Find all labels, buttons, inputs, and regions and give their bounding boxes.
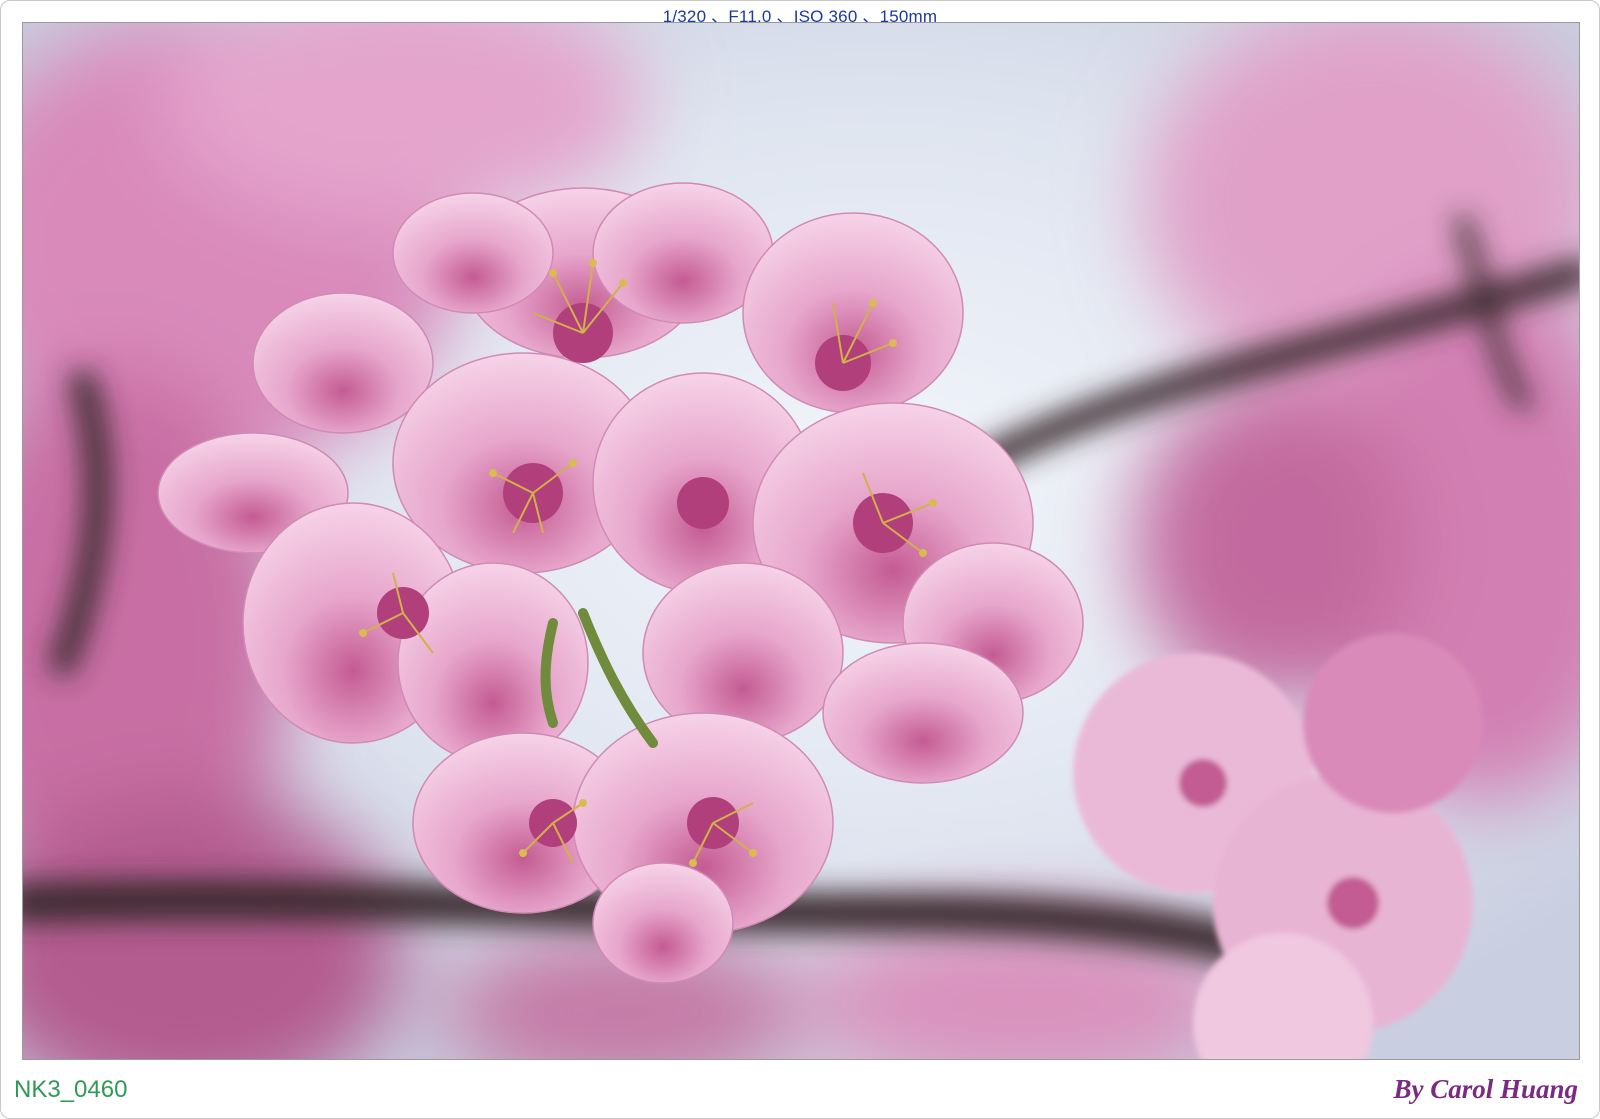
photographer-credit: By Carol Huang (1393, 1074, 1578, 1104)
filename-label: NK3_0460 (14, 1076, 128, 1103)
photo (22, 22, 1580, 1060)
cherry-blossom-image (23, 23, 1579, 1059)
